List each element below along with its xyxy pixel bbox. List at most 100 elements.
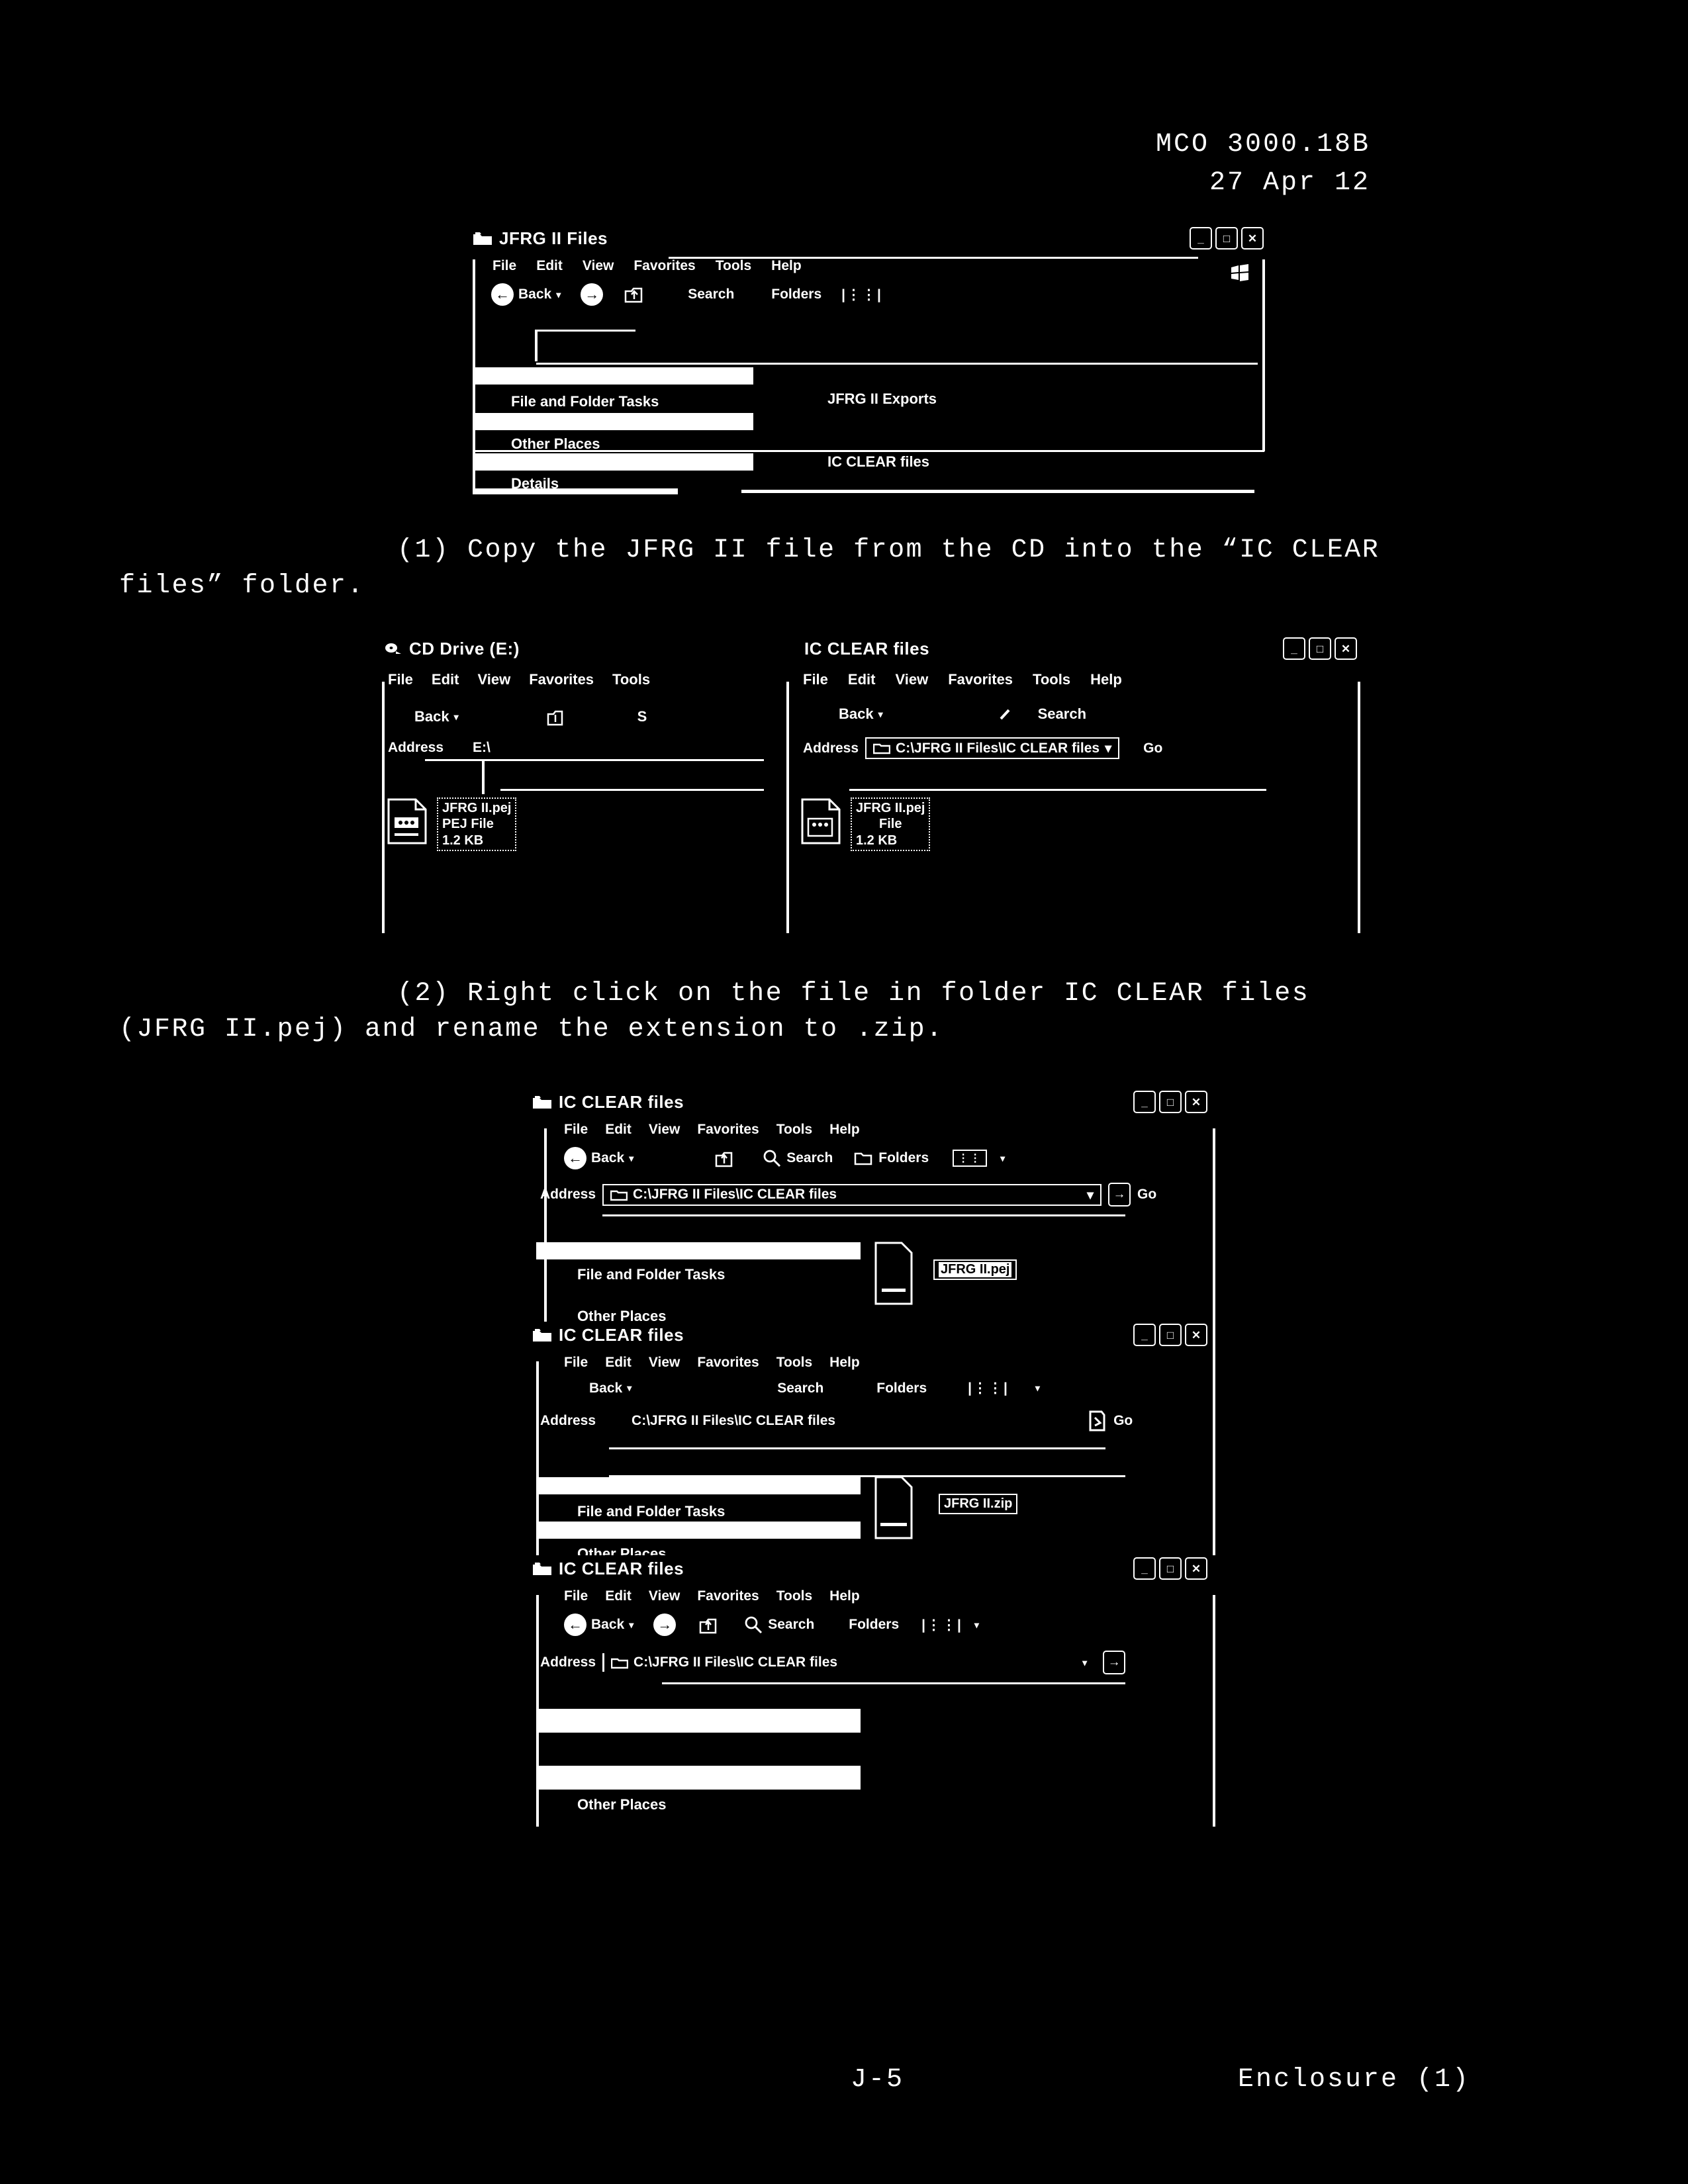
views-chevron-down-icon[interactable]: ▾ — [1035, 1383, 1040, 1394]
search-button-partial[interactable]: S — [637, 708, 647, 725]
back-button[interactable]: Back ▾ — [589, 1381, 632, 1396]
chevron-down-icon[interactable]: ▾ — [629, 1153, 633, 1164]
address-input[interactable]: C:\JFRG II Files\IC CLEAR files — [633, 1187, 837, 1203]
menu-help[interactable]: Help — [829, 1588, 860, 1604]
chevron-down-icon[interactable]: ▾ — [1082, 1657, 1087, 1668]
window-controls[interactable]: _ □ ✕ — [1133, 1324, 1207, 1346]
toolbar[interactable]: ← Back ▾ → Search Folders |⋮⋮| ▾ — [523, 1607, 1225, 1641]
menu-edit[interactable]: Edit — [432, 671, 459, 688]
menu-file[interactable]: File — [564, 1122, 588, 1138]
sidebar-item-other-places[interactable]: Other Places — [555, 1792, 667, 1817]
address-bar[interactable]: Address E:\ — [371, 733, 768, 760]
chevron-down-icon[interactable]: ▾ — [878, 709, 883, 720]
forward-button[interactable]: → — [581, 283, 604, 306]
maximize-button[interactable]: □ — [1309, 637, 1331, 660]
folders-button[interactable]: Folders — [771, 287, 821, 302]
forward-button[interactable]: → — [653, 1614, 677, 1636]
menu-favorites[interactable]: Favorites — [697, 1355, 759, 1371]
menu-file[interactable]: File — [492, 258, 516, 274]
chevron-down-icon[interactable]: ▾ — [1087, 1187, 1094, 1203]
toolbar[interactable]: Back ▾ Search Folders |⋮⋮| ▾ — [523, 1373, 1225, 1402]
file-name-edit[interactable]: JFRG II.zip — [939, 1494, 1018, 1514]
address-input[interactable]: C:\JFRG II Files\IC CLEAR files — [633, 1655, 837, 1670]
chevron-down-icon[interactable]: ▾ — [454, 711, 459, 723]
close-button[interactable]: ✕ — [1185, 1324, 1207, 1346]
maximize-button[interactable]: □ — [1159, 1324, 1182, 1346]
close-button[interactable]: ✕ — [1185, 1557, 1207, 1580]
menu-help[interactable]: Help — [829, 1355, 860, 1371]
search-button[interactable]: Search — [743, 1615, 814, 1635]
search-button[interactable]: Search — [762, 1148, 833, 1168]
menubar[interactable]: File Edit View Favorites Tools Help — [523, 1348, 1225, 1373]
menu-help[interactable]: Help — [1090, 671, 1122, 688]
menubar[interactable]: File Edit View Favorites Tools Help — [463, 251, 1268, 277]
menu-favorites[interactable]: Favorites — [948, 671, 1013, 688]
menubar[interactable]: File Edit View Favorites Tools Help — [523, 1582, 1225, 1607]
go-button[interactable]: Go — [1137, 1187, 1156, 1203]
address-input[interactable]: C:\JFRG II Files\IC CLEAR files — [632, 1413, 835, 1429]
menu-tools[interactable]: Tools — [1033, 671, 1070, 688]
file-name-edit[interactable]: JFRG II.pej — [933, 1259, 1017, 1280]
address-bar[interactable]: Address C:\JFRG II Files\IC CLEAR files … — [523, 1402, 1225, 1436]
sidebar-item-file-and-folder-tasks[interactable]: File and Folder Tasks — [555, 1499, 725, 1524]
chevron-down-icon[interactable]: ▾ — [1105, 740, 1111, 756]
window-controls[interactable]: _ □ ✕ — [1133, 1091, 1207, 1113]
folder-item-jfrg-ii-exports[interactable]: JFRG II Exports — [827, 390, 937, 408]
maximize-button[interactable]: □ — [1159, 1091, 1182, 1113]
up-folder-icon[interactable] — [697, 1614, 720, 1636]
minimize-button[interactable]: _ — [1133, 1557, 1156, 1580]
up-folder-icon[interactable] — [623, 283, 645, 306]
sidebar-item-file-and-folder-tasks[interactable]: File and Folder Tasks — [555, 1262, 725, 1287]
views-icon[interactable]: |⋮⋮| — [841, 287, 882, 303]
address-combo[interactable]: C:\JFRG II Files\IC CLEAR files ▾ — [865, 737, 1120, 759]
search-button[interactable]: Search — [688, 287, 734, 302]
folders-button[interactable]: Folders — [849, 1617, 899, 1633]
up-folder-icon[interactable] — [545, 705, 565, 728]
file-item[interactable]: JFRG II.pej PEJ File 1.2 KB — [387, 797, 517, 852]
menu-view[interactable]: View — [477, 671, 510, 688]
back-button[interactable]: ← Back ▾ — [564, 1147, 633, 1169]
views-icon[interactable]: |⋮⋮| — [968, 1380, 1009, 1396]
folder-item-ic-clear-files[interactable]: IC CLEAR files — [827, 453, 929, 471]
window-controls[interactable]: _ □ ✕ — [1190, 227, 1264, 250]
views-icon[interactable]: |⋮⋮| — [921, 1617, 962, 1633]
menu-edit[interactable]: Edit — [605, 1588, 632, 1604]
address-bar[interactable]: Address C:\JFRG II Files\IC CLEAR files … — [784, 728, 1364, 763]
toolbar[interactable]: Back ▾ Search — [784, 691, 1364, 728]
menu-edit[interactable]: Edit — [536, 258, 563, 274]
menu-favorites[interactable]: Favorites — [633, 258, 695, 274]
sidebar-item-file-and-folder-tasks[interactable]: File and Folder Tasks — [489, 389, 659, 414]
close-button[interactable]: ✕ — [1185, 1091, 1207, 1113]
maximize-button[interactable]: □ — [1215, 227, 1238, 250]
minimize-button[interactable]: _ — [1283, 637, 1305, 660]
menu-file[interactable]: File — [388, 671, 413, 688]
minimize-button[interactable]: _ — [1133, 1091, 1156, 1113]
menu-tools[interactable]: Tools — [776, 1588, 812, 1604]
address-input[interactable]: C:\JFRG II Files\IC CLEAR files — [896, 741, 1100, 756]
toolbar[interactable]: ← Back ▾ → Search Folders |⋮⋮| — [463, 277, 1268, 311]
address-combo[interactable]: C:\JFRG II Files\IC CLEAR files — [602, 1653, 844, 1672]
menu-edit[interactable]: Edit — [605, 1122, 632, 1138]
up-folder-icon[interactable] — [713, 1147, 735, 1169]
back-button[interactable]: ← Back ▾ — [564, 1614, 633, 1636]
menu-help[interactable]: Help — [829, 1122, 860, 1138]
menu-view[interactable]: View — [895, 671, 928, 688]
menu-file[interactable]: File — [564, 1588, 588, 1604]
address-bar[interactable]: Address C:\JFRG II Files\IC CLEAR files … — [523, 1641, 1225, 1678]
go-arrow-icon[interactable]: → — [1108, 1183, 1131, 1206]
search-icon[interactable] — [997, 705, 1014, 723]
toolbar[interactable]: ← Back ▾ Search Folders ⋮⋮ ▾ — [523, 1140, 1225, 1175]
views-chevron-down-icon[interactable]: ▾ — [1000, 1153, 1005, 1164]
go-refresh-icon[interactable] — [1087, 1410, 1107, 1432]
menu-favorites[interactable]: Favorites — [529, 671, 594, 688]
menu-file[interactable]: File — [803, 671, 828, 688]
close-button[interactable]: ✕ — [1241, 227, 1264, 250]
folders-button[interactable]: Folders — [854, 1150, 929, 1167]
address-input[interactable]: E:\ — [473, 740, 491, 756]
menu-file[interactable]: File — [564, 1355, 588, 1371]
menubar[interactable]: File Edit View Favorites Tools Help — [784, 662, 1364, 691]
menu-view[interactable]: View — [649, 1588, 680, 1604]
file-item[interactable]: JFRG II.pej File 1.2 KB — [800, 797, 931, 852]
menu-view[interactable]: View — [649, 1355, 680, 1371]
views-icon[interactable]: ⋮⋮ — [953, 1150, 988, 1167]
